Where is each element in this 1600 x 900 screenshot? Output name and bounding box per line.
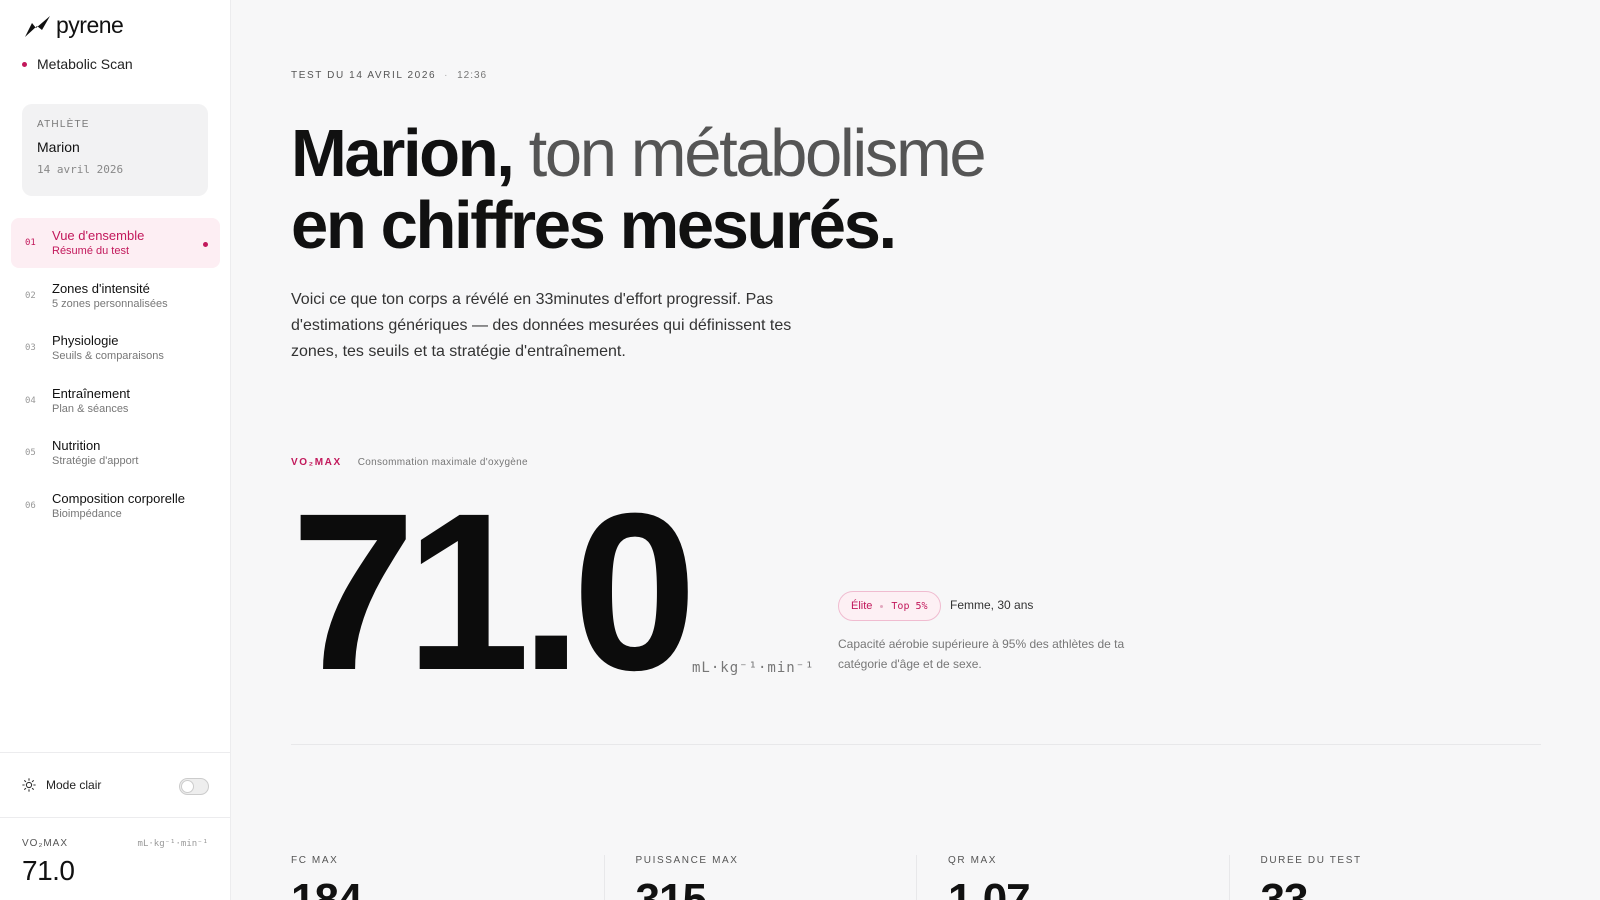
stat-test-duration: DURÉE DU TEST 33 (1228, 855, 1542, 900)
athlete-date: 14 avril 2026 (37, 163, 124, 176)
nav-number: 03 (25, 343, 36, 353)
pyrene-logo-icon (25, 15, 50, 37)
status-dot-icon (22, 61, 27, 67)
nav-sublabel: Bioimpédance (52, 507, 122, 520)
stat-value: 315 (635, 875, 707, 900)
theme-toggle[interactable] (179, 778, 209, 795)
toggle-knob (181, 780, 194, 793)
title-athlete-name: Marion, (291, 116, 515, 191)
nav-number: 06 (25, 500, 36, 511)
nav-number: 05 (25, 448, 36, 458)
intro-paragraph: Voici ce que ton corps a révélé en 33min… (291, 291, 792, 360)
athlete-caption: ATHLÈTE (37, 119, 90, 130)
vo2max-interpretation: Capacité aérobie supérieure à 95% des at… (838, 637, 1125, 671)
theme-mode-row: Mode clair (0, 752, 231, 818)
eyebrow-separator: · (444, 70, 450, 81)
vo2max-value: 71.0 (291, 467, 697, 717)
athlete-name: Marion (37, 139, 80, 155)
nav-item-overview[interactable]: 01 Vue d'ensemble Résumé du test (11, 218, 220, 268)
nav-number: 01 (25, 238, 36, 248)
nav-label: Zones d'intensité (52, 280, 150, 296)
sidebar-metric-unit: mL·kg⁻¹·min⁻¹ (137, 839, 208, 849)
nav-item-zones[interactable]: 02 Zones d'intensité 5 zones personnalis… (11, 271, 220, 321)
stat-caption: DURÉE DU TEST (1260, 855, 1362, 866)
test-eyebrow: TEST DU 14 AVRIL 2026 · 12:36 (291, 70, 487, 81)
nav-number: 02 (25, 290, 36, 301)
sidebar-vo2max-summary: VO₂MAX mL·kg⁻¹·min⁻¹ 71.0 (22, 838, 208, 887)
nav-sublabel: 5 zones personnalisées (52, 297, 168, 310)
stat-power-max: PUISSANCE MAX 315 (603, 855, 917, 900)
stats-row: FC MAX 184 PUISSANCE MAX 315 QR MAX 1.07… (291, 855, 1541, 900)
vo2max-unit: mL·kg⁻¹·min⁻¹ (692, 660, 815, 676)
stat-value: 184 (291, 875, 362, 900)
brand-name: pyrene (56, 12, 124, 38)
title-line-two: en chiffres mesurés. (291, 188, 897, 263)
athlete-card: ATHLÈTE Marion 14 avril 2026 (22, 104, 208, 196)
nav-item-nutrition[interactable]: 05 Nutrition Stratégie d'apport (11, 428, 220, 478)
stat-value: 33 (1260, 875, 1309, 900)
title-muted-part: ton métabolisme (528, 116, 987, 191)
nav-item-physiology[interactable]: 03 Physiologie Seuils & comparaisons (11, 323, 220, 373)
test-time: 12:36 (457, 70, 488, 81)
stat-caption: PUISSANCE MAX (635, 855, 739, 866)
sun-icon (22, 778, 36, 792)
nav-sublabel: Résumé du test (52, 245, 130, 257)
nav-sublabel: Seuils & comparaisons (52, 350, 164, 362)
stat-caption: QR MAX (948, 855, 998, 866)
elite-badge: Élite Top 5% (838, 591, 941, 621)
nav-item-training[interactable]: 04 Entraînement Plan & séances (11, 376, 220, 426)
stat-caption: FC MAX (291, 855, 339, 866)
test-date: TEST DU 14 AVRIL 2026 (291, 70, 437, 81)
badge-separator (880, 604, 884, 608)
product-label: Metabolic Scan (37, 56, 133, 72)
stat-rq-max: QR MAX 1.07 (916, 855, 1229, 900)
page-title: Marion, ton métabolisme en chiffres mesu… (291, 118, 1091, 262)
brand-logo[interactable]: pyrene (24, 12, 124, 39)
stat-value: 1.07 (948, 875, 1031, 900)
product-name: Metabolic Scan (22, 56, 133, 72)
section-nav: 01 Vue d'ensemble Résumé du test 02 Zone… (11, 218, 220, 533)
nav-number: 04 (25, 395, 36, 406)
badge-level: Élite (851, 600, 873, 612)
nav-label: Vue d'ensemble (52, 228, 145, 243)
nav-sublabel: Stratégie d'apport (52, 455, 139, 467)
section-divider (291, 744, 1541, 745)
demographic-label: Femme, 30 ans (950, 598, 1034, 612)
nav-item-body-composition[interactable]: 06 Composition corporelle Bioimpédance (11, 481, 220, 531)
active-indicator-icon (203, 242, 208, 247)
nav-label: Entraînement (52, 385, 131, 401)
sidebar-metric-value: 71.0 (22, 855, 75, 886)
sidebar: pyrene Metabolic Scan ATHLÈTE Marion 14 … (0, 0, 231, 900)
nav-label: Nutrition (52, 438, 101, 453)
mode-label: Mode clair (46, 778, 102, 792)
nav-label: Composition corporelle (52, 490, 185, 506)
nav-sublabel: Plan & séances (52, 402, 129, 415)
badge-percentile: Top 5% (891, 600, 928, 612)
nav-label: Physiologie (52, 333, 119, 348)
stat-hr-max: FC MAX 184 (291, 855, 604, 900)
